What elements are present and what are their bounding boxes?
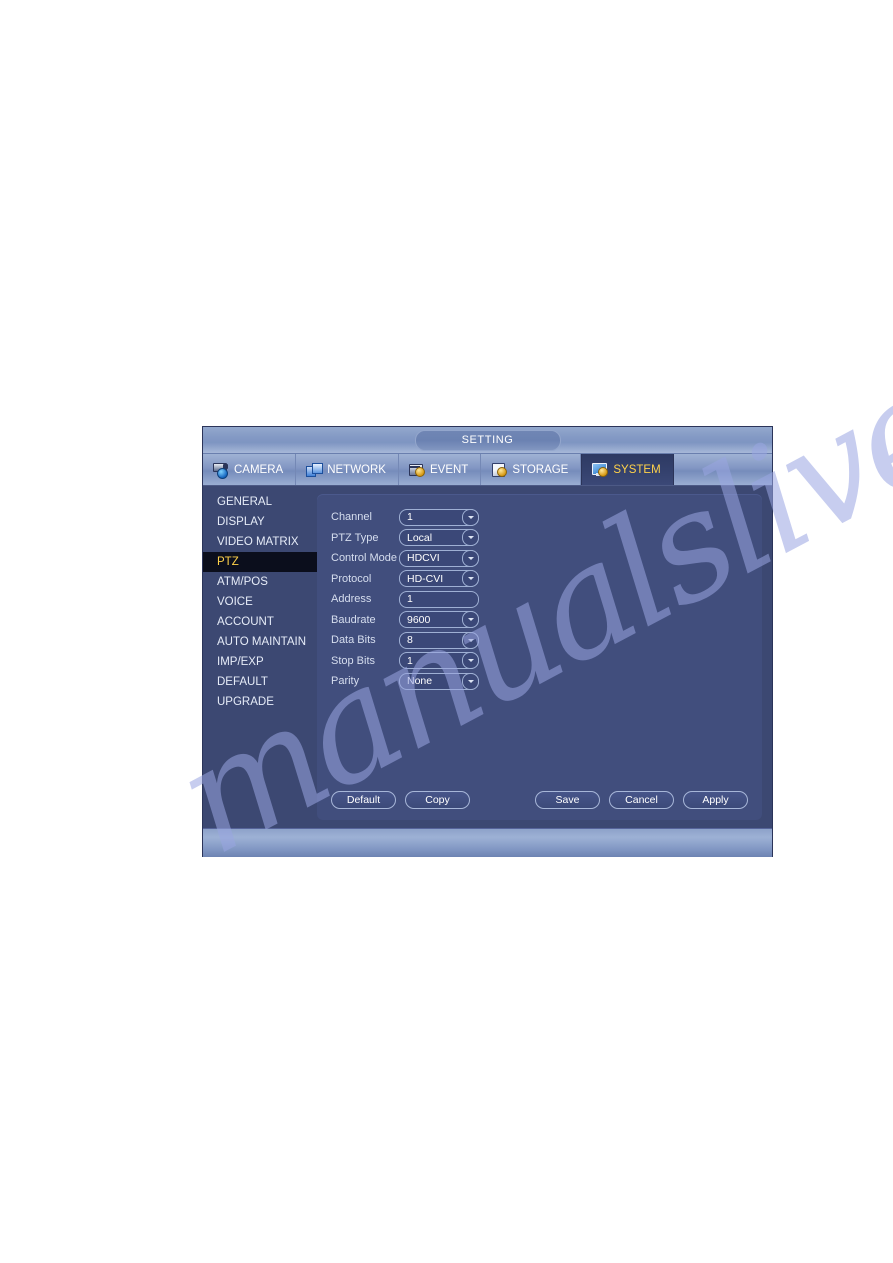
- main-tab-strip: CAMERA NETWORK EVENT STORAGE SYSTEM: [203, 454, 772, 486]
- copy-button[interactable]: Copy: [405, 791, 470, 809]
- sidebar-label: GENERAL: [217, 496, 272, 508]
- protocol-value: HD-CVI: [407, 572, 444, 585]
- save-button[interactable]: Save: [535, 791, 600, 809]
- data-bits-value: 8: [407, 634, 413, 646]
- tab-camera[interactable]: CAMERA: [203, 454, 297, 485]
- page-title: SETTING: [414, 430, 561, 451]
- tab-network-label: NETWORK: [327, 463, 386, 476]
- form-row-baudrate: Baudrate 9600: [331, 610, 479, 630]
- parity-dropdown[interactable]: None: [399, 672, 479, 690]
- sidebar-label: VOICE: [217, 596, 253, 608]
- protocol-label: Protocol: [331, 572, 372, 585]
- apply-button[interactable]: Apply: [683, 791, 748, 809]
- camera-icon: [212, 462, 229, 479]
- sidebar-item-general[interactable]: GENERAL: [203, 492, 317, 512]
- sidebar-label: DEFAULT: [217, 676, 268, 688]
- form-row-parity: Parity None: [331, 671, 479, 691]
- tab-network[interactable]: NETWORK: [296, 454, 399, 485]
- control-mode-dropdown[interactable]: HDCVI: [399, 549, 479, 567]
- cancel-button[interactable]: Cancel: [609, 791, 674, 809]
- form-row-stop-bits: Stop Bits 1: [331, 651, 479, 671]
- sidebar-label: ATM/POS: [217, 576, 268, 588]
- sidebar-item-account[interactable]: ACCOUNT: [203, 612, 317, 632]
- network-icon: [305, 462, 324, 477]
- tab-storage[interactable]: STORAGE: [481, 454, 582, 485]
- sidebar-label: VIDEO MATRIX: [217, 536, 299, 548]
- chevron-down-icon[interactable]: [462, 672, 479, 690]
- channel-dropdown[interactable]: 1: [399, 508, 479, 526]
- chevron-down-icon[interactable]: [462, 652, 479, 669]
- tab-event-label: EVENT: [429, 463, 469, 476]
- storage-icon: [490, 462, 508, 477]
- ptz-type-dropdown[interactable]: Local: [399, 529, 479, 546]
- form-row-channel: Channel 1: [331, 507, 479, 527]
- chevron-down-icon[interactable]: [462, 631, 479, 649]
- sidebar-item-video-matrix[interactable]: VIDEO MATRIX: [203, 532, 317, 552]
- sidebar-label: AUTO MAINTAIN: [217, 636, 307, 648]
- channel-value: 1: [407, 511, 413, 523]
- sidebar-item-default[interactable]: DEFAULT: [203, 672, 317, 692]
- form-row-protocol: Protocol HD-CVI: [331, 569, 479, 589]
- ptz-type-value: Local: [407, 531, 433, 544]
- chevron-down-icon[interactable]: [462, 549, 479, 567]
- window-footer-bar: [203, 828, 772, 857]
- baudrate-dropdown[interactable]: 9600: [399, 611, 479, 628]
- tab-system[interactable]: SYSTEM: [581, 454, 674, 485]
- setting-window: SETTING CAMERA NETWORK EVENT STORAGE SYS…: [203, 427, 772, 857]
- control-mode-value: HDCVI: [407, 552, 440, 564]
- channel-label: Channel: [331, 511, 372, 523]
- address-label: Address: [331, 593, 372, 605]
- parity-value: None: [407, 675, 433, 687]
- form-row-ptz-type: PTZ Type Local: [331, 528, 479, 548]
- chevron-down-icon[interactable]: [462, 529, 479, 546]
- baudrate-value: 9600: [407, 613, 431, 626]
- ptz-settings-panel: Channel 1 PTZ Type Local Control Mode HD…: [317, 494, 762, 820]
- sidebar-item-auto-maintain[interactable]: AUTO MAINTAIN: [203, 632, 317, 652]
- tab-event[interactable]: EVENT: [399, 454, 482, 485]
- tab-system-label: SYSTEM: [613, 463, 661, 476]
- parity-label: Parity: [331, 675, 360, 687]
- baudrate-label: Baudrate: [331, 613, 376, 626]
- stop-bits-dropdown[interactable]: 1: [399, 652, 479, 669]
- sidebar-label: ACCOUNT: [217, 616, 274, 628]
- chevron-down-icon[interactable]: [462, 570, 479, 587]
- sidebar-item-voice[interactable]: VOICE: [203, 592, 317, 612]
- form-row-address: Address 1: [331, 589, 479, 609]
- stop-bits-value: 1: [407, 654, 413, 667]
- stop-bits-label: Stop Bits: [331, 654, 376, 667]
- sidebar-label: IMP/EXP: [217, 656, 264, 668]
- ptz-type-label: PTZ Type: [331, 531, 379, 544]
- settings-sidebar: GENERAL DISPLAY VIDEO MATRIX PTZ ATM/POS…: [203, 486, 317, 828]
- protocol-dropdown[interactable]: HD-CVI: [399, 570, 479, 587]
- sidebar-item-display[interactable]: DISPLAY: [203, 512, 317, 532]
- window-body: GENERAL DISPLAY VIDEO MATRIX PTZ ATM/POS…: [203, 486, 772, 828]
- event-icon: [408, 462, 425, 477]
- system-icon: [591, 462, 609, 477]
- default-button[interactable]: Default: [331, 791, 396, 809]
- sidebar-label: DISPLAY: [217, 516, 265, 528]
- data-bits-dropdown[interactable]: 8: [399, 631, 479, 649]
- control-mode-label: Control Mode: [331, 552, 398, 564]
- sidebar-item-upgrade[interactable]: UPGRADE: [203, 692, 317, 712]
- tab-strip-filler: [674, 454, 772, 485]
- form-row-data-bits: Data Bits 8: [331, 630, 479, 650]
- address-input[interactable]: 1: [399, 590, 479, 608]
- data-bits-label: Data Bits: [331, 634, 376, 646]
- sidebar-item-atm-pos[interactable]: ATM/POS: [203, 572, 317, 592]
- right-button-group: Save Cancel Apply: [535, 791, 748, 809]
- chevron-down-icon[interactable]: [462, 508, 479, 526]
- tab-storage-label: STORAGE: [512, 463, 569, 476]
- form-row-control-mode: Control Mode HDCVI: [331, 548, 479, 568]
- ptz-form: Channel 1 PTZ Type Local Control Mode HD…: [331, 507, 479, 692]
- chevron-down-icon[interactable]: [462, 611, 479, 628]
- sidebar-item-imp-exp[interactable]: IMP/EXP: [203, 652, 317, 672]
- window-title-bar: SETTING: [203, 427, 772, 454]
- sidebar-item-ptz[interactable]: PTZ: [203, 552, 317, 572]
- left-button-group: Default Copy: [331, 791, 470, 809]
- sidebar-label: PTZ: [217, 556, 239, 568]
- sidebar-label: UPGRADE: [217, 696, 274, 708]
- address-value: 1: [407, 593, 413, 605]
- tab-camera-label: CAMERA: [234, 463, 284, 476]
